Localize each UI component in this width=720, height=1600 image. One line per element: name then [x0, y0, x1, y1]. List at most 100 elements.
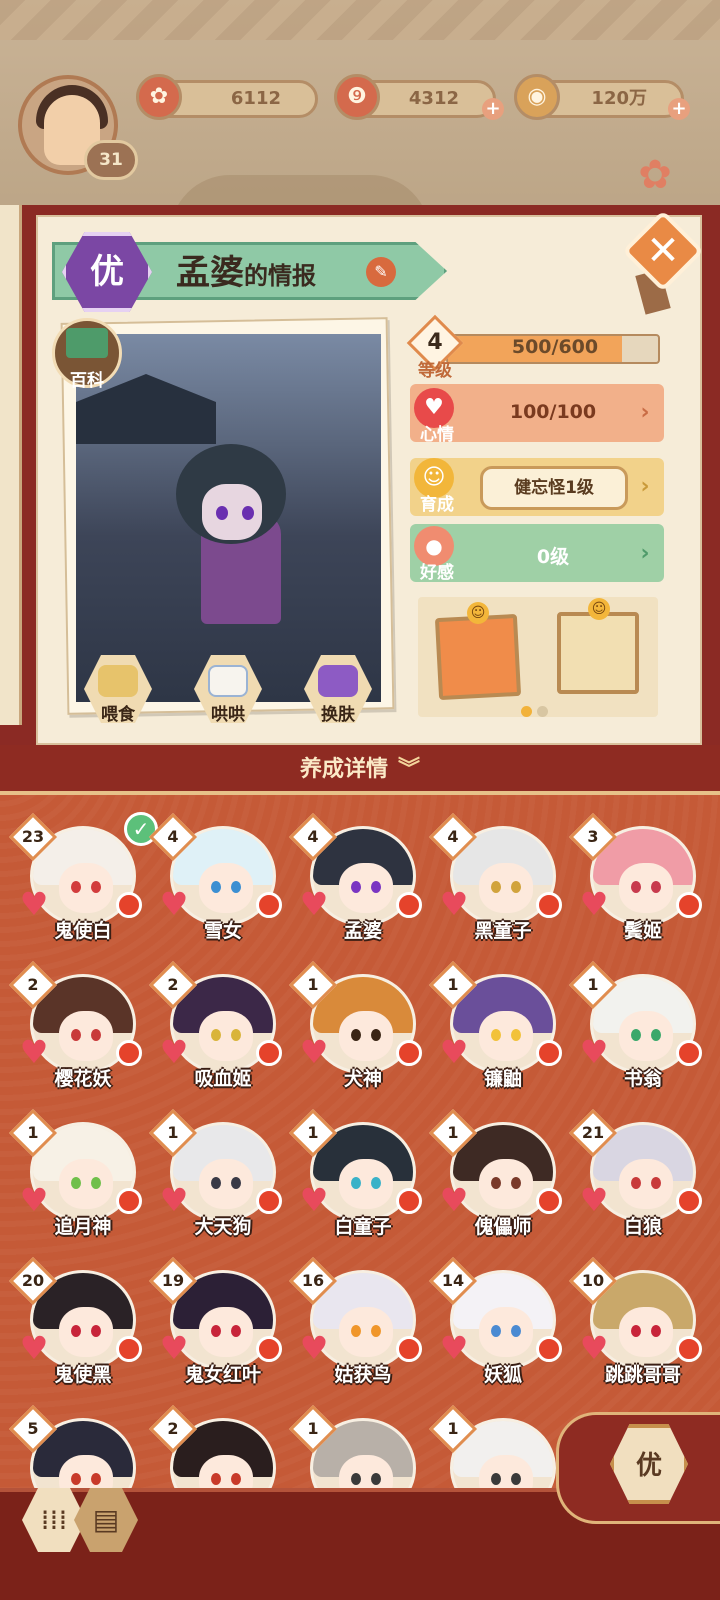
character-card[interactable]: 1 ♥ 书翁 — [568, 960, 710, 1098]
notification-dot — [396, 1040, 422, 1066]
character-card[interactable]: 20 ♥ 鬼使黑 — [8, 1256, 150, 1394]
character-card[interactable]: 1 ♥ 大天狗 — [148, 1108, 290, 1246]
notification-dot — [536, 1188, 562, 1214]
character-eye — [371, 1029, 381, 1041]
mood-value: 100/100 — [509, 401, 597, 423]
character-eye — [371, 881, 381, 893]
character-eye — [91, 1029, 101, 1041]
skin-icon — [318, 665, 358, 697]
character-name: 孟婆 — [176, 253, 244, 293]
character-eye — [371, 1325, 381, 1337]
character-eye — [211, 881, 221, 893]
character-level: 20 — [21, 1271, 45, 1290]
edit-name-button[interactable]: ✎ — [366, 257, 396, 287]
character-eye — [511, 1325, 521, 1337]
character-level: 10 — [581, 1271, 605, 1290]
resource-magatama-value: 4312 — [408, 88, 459, 109]
reward-card-mystery[interactable] — [434, 613, 522, 701]
growth-stage-button[interactable]: 健忘怪1级 — [480, 466, 628, 510]
notification-dot — [116, 1188, 142, 1214]
character-face — [619, 1011, 673, 1061]
character-name: 跳跳哥哥 — [604, 1364, 681, 1386]
character-eye — [651, 881, 661, 893]
character-card[interactable]: 2 ♥ 吸血姬 — [148, 960, 290, 1098]
character-card[interactable]: 14 ♥ 妖狐 — [428, 1256, 570, 1394]
section-header-text: 养成详情 — [299, 757, 388, 782]
smiley-icon: ☺ — [467, 602, 489, 624]
character-card[interactable]: 3 ♥ 鬓姬 — [568, 812, 710, 950]
character-eye — [491, 1325, 501, 1337]
close-icon[interactable]: ✕ — [634, 222, 692, 280]
food-bowl-icon — [98, 665, 138, 697]
character-face — [339, 1307, 393, 1357]
character-card[interactable]: 16 ♥ 姑获鸟 — [288, 1256, 430, 1394]
character-eye — [91, 1177, 101, 1189]
character-card[interactable]: 1 ♥ 镰鼬 — [428, 960, 570, 1098]
character-level: 2 — [27, 975, 39, 994]
character-face — [199, 1307, 253, 1357]
coin-icon: ◉ — [514, 74, 560, 120]
level-label: 等级 — [418, 361, 452, 381]
character-eye — [211, 1029, 221, 1041]
page-indicator — [537, 706, 548, 717]
character-card[interactable]: 1 ♥ 傀儡师 — [428, 1108, 570, 1246]
book-icon — [66, 328, 108, 358]
character-level: 2 — [167, 1419, 179, 1438]
character-card[interactable]: 2 ♥ 樱花妖 — [8, 960, 150, 1098]
character-face — [619, 1159, 673, 1209]
character-level: 4 — [167, 827, 179, 846]
character-name: 鬓姬 — [623, 920, 662, 942]
character-card[interactable]: 1 ♥ 追月神 — [8, 1108, 150, 1246]
character-eye — [231, 1325, 241, 1337]
character-face — [59, 1307, 113, 1357]
character-eye — [511, 1029, 521, 1041]
character-face — [339, 1011, 393, 1061]
character-level: 2 — [167, 975, 179, 994]
notification-dot — [536, 1336, 562, 1362]
character-eye — [71, 1029, 81, 1041]
character-eye — [511, 1177, 521, 1189]
chevron-right-icon: › — [640, 541, 650, 566]
notification-dot — [256, 892, 282, 918]
character-face — [479, 1159, 533, 1209]
character-level: 16 — [301, 1271, 325, 1290]
add-magatama-button[interactable]: + — [482, 98, 504, 120]
character-level: 1 — [307, 975, 319, 994]
character-level: 1 — [27, 1123, 39, 1142]
notification-dot — [256, 1188, 282, 1214]
affection-label: 好感 — [420, 563, 454, 583]
add-coin-button[interactable]: + — [668, 98, 690, 120]
reward-card-daruma[interactable] — [557, 612, 639, 694]
notification-dot — [396, 1188, 422, 1214]
notification-dot — [676, 1188, 702, 1214]
character-eye — [91, 881, 101, 893]
character-name: 鬼使白 — [54, 920, 112, 942]
magatama-icon: ❾ — [334, 74, 380, 120]
notification-dot — [536, 892, 562, 918]
character-face — [339, 863, 393, 913]
character-card[interactable]: 21 ♥ 白狼 — [568, 1108, 710, 1246]
info-book-left-page — [0, 205, 22, 725]
character-card[interactable]: 19 ♥ 鬼女红叶 — [148, 1256, 290, 1394]
character-card[interactable]: 4 ♥ 雪女 — [148, 812, 290, 950]
notification-dot — [536, 1040, 562, 1066]
notification-dot — [396, 892, 422, 918]
character-card[interactable]: 1 ♥ 白童子 — [288, 1108, 430, 1246]
character-card[interactable]: 23 ♥ 鬼使白 ✓ — [8, 812, 158, 950]
list-view-icon: ▤ — [92, 1503, 120, 1536]
character-eye — [231, 1029, 241, 1041]
character-card[interactable]: 10 ♥ 跳跳哥哥 — [568, 1256, 710, 1394]
character-card[interactable]: 4 ♥ 孟婆 — [288, 812, 430, 950]
section-header-label[interactable]: 养成详情 ︾ — [0, 745, 720, 795]
character-card[interactable]: 1 ♥ 犬神 — [288, 960, 430, 1098]
character-eye — [211, 1177, 221, 1189]
character-face — [199, 1159, 253, 1209]
character-name: 追月神 — [54, 1216, 112, 1238]
character-face — [479, 1307, 533, 1357]
character-eye — [211, 1325, 221, 1337]
character-eye — [231, 1473, 241, 1485]
character-eye — [351, 1473, 361, 1485]
character-eye — [71, 1325, 81, 1337]
character-card[interactable]: 4 ♥ 黑童子 — [428, 812, 570, 950]
notification-dot — [676, 1336, 702, 1362]
